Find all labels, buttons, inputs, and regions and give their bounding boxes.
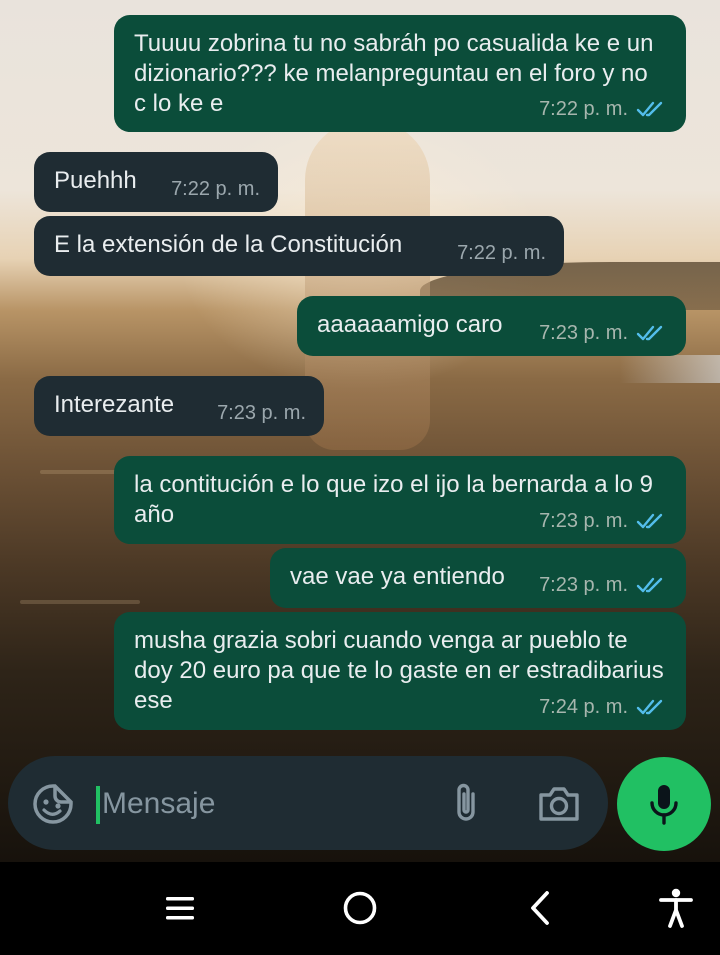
message-composer xyxy=(8,756,608,850)
message-bubble-incoming[interactable]: Interezante 7:23 p. m. xyxy=(34,376,324,436)
message-input[interactable] xyxy=(100,776,434,832)
menu-icon[interactable] xyxy=(160,886,200,930)
back-icon[interactable] xyxy=(520,886,560,930)
read-receipt-icon xyxy=(636,577,663,593)
home-icon[interactable] xyxy=(338,886,382,930)
voice-message-button[interactable] xyxy=(617,757,711,851)
read-receipt-icon xyxy=(636,325,663,341)
camera-icon[interactable] xyxy=(534,780,584,828)
message-time: 7:23 p. m. xyxy=(539,322,628,344)
sticker-icon[interactable] xyxy=(30,781,76,827)
message-bubble-outgoing[interactable]: aaaaaamigo caro 7:23 p. m. xyxy=(297,296,686,356)
read-receipt-icon xyxy=(636,101,663,117)
read-receipt-icon xyxy=(636,699,663,715)
accessibility-icon[interactable] xyxy=(654,886,698,930)
message-time: 7:24 p. m. xyxy=(539,696,628,718)
message-bubble-outgoing[interactable]: vae vae ya entiendo 7:23 p. m. xyxy=(270,548,686,608)
message-meta: 7:23 p. m. xyxy=(539,570,668,600)
message-meta: 7:22 p. m. xyxy=(171,174,260,204)
wallpaper-streak xyxy=(20,600,140,604)
message-bubble-outgoing[interactable]: musha grazia sobri cuando venga ar puebl… xyxy=(114,612,686,730)
message-time: 7:22 p. m. xyxy=(171,178,260,200)
message-meta: 7:24 p. m. xyxy=(539,692,668,722)
message-meta: 7:22 p. m. xyxy=(457,238,546,268)
message-meta: 7:22 p. m. xyxy=(539,94,668,124)
mic-icon xyxy=(650,785,678,825)
message-time: 7:23 p. m. xyxy=(539,510,628,532)
message-time: 7:22 p. m. xyxy=(539,98,628,120)
read-receipt-icon xyxy=(636,513,663,529)
message-time: 7:23 p. m. xyxy=(217,402,306,424)
wallpaper-water xyxy=(620,355,720,383)
message-bubble-incoming[interactable]: Puehhh 7:22 p. m. xyxy=(34,152,278,212)
attach-icon[interactable] xyxy=(444,778,488,830)
message-time: 7:22 p. m. xyxy=(457,242,546,264)
message-bubble-outgoing[interactable]: la contitución e lo que izo el ijo la be… xyxy=(114,456,686,544)
system-navigation-bar xyxy=(0,862,720,955)
message-meta: 7:23 p. m. xyxy=(539,506,668,536)
message-time: 7:23 p. m. xyxy=(539,574,628,596)
message-meta: 7:23 p. m. xyxy=(539,318,668,348)
message-bubble-incoming[interactable]: E la extensión de la Constitución 7:22 p… xyxy=(34,216,564,276)
message-meta: 7:23 p. m. xyxy=(217,398,306,428)
message-bubble-outgoing[interactable]: Tuuuu zobrina tu no sabráh po casualida … xyxy=(114,15,686,132)
